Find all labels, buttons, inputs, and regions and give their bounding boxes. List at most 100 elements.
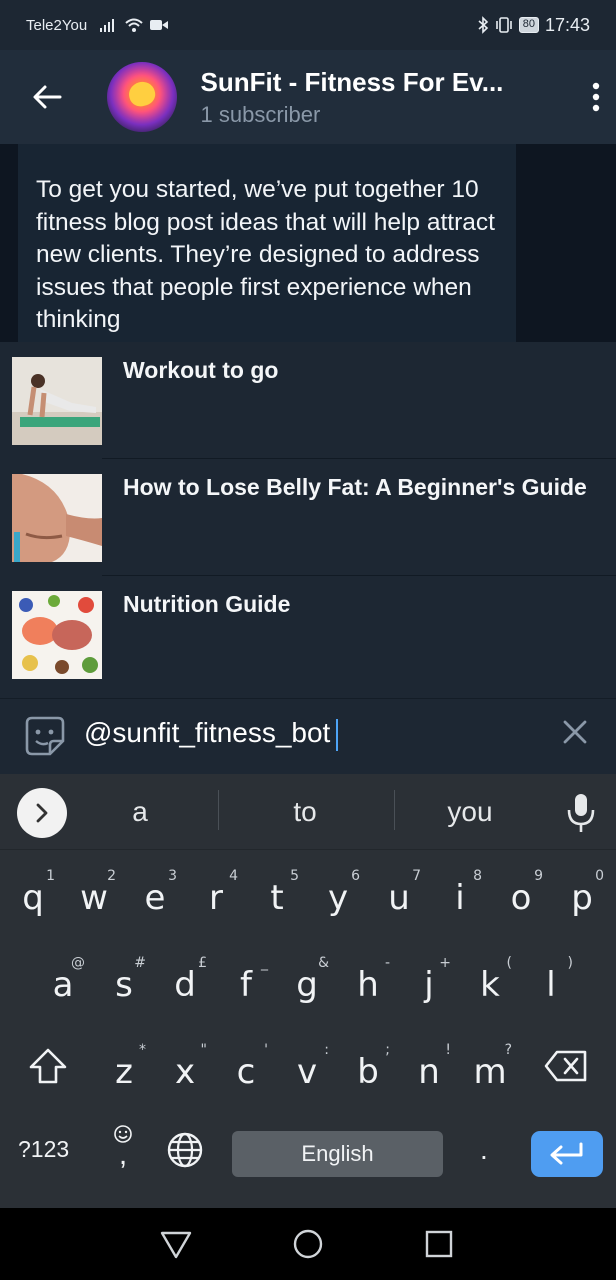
- key-g[interactable]: & g: [279, 951, 335, 1021]
- key-s[interactable]: # s: [96, 951, 152, 1021]
- message-input[interactable]: @sunfit_fitness_bot: [84, 717, 339, 751]
- clear-input-button[interactable]: [560, 717, 590, 747]
- microphone-icon: [567, 794, 595, 832]
- key-w[interactable]: 2w: [66, 864, 122, 934]
- suggestion-item[interactable]: a: [80, 796, 200, 828]
- key-label: g: [296, 965, 318, 1005]
- key-z[interactable]: * z: [96, 1038, 152, 1108]
- key-n[interactable]: ! n: [401, 1038, 457, 1108]
- soft-keyboard: a to you 1q2w3e4r5t6y7u8i9o0p @ a # s £ d _ f & g…: [0, 774, 616, 1208]
- wifi-icon: [125, 18, 143, 32]
- comma-label: ,: [118, 1138, 128, 1171]
- nav-back-button[interactable]: [158, 1226, 194, 1262]
- keyboard-menu-button[interactable]: [17, 788, 67, 838]
- enter-key[interactable]: [531, 1131, 603, 1177]
- vibrate-icon: [495, 17, 512, 33]
- video-record-icon: [150, 20, 169, 30]
- chat-header: SunFit - Fitness For Ev... 1 subscriber: [0, 50, 616, 144]
- status-icons: [99, 17, 169, 33]
- more-options-button[interactable]: [576, 67, 616, 127]
- key-label: a: [52, 965, 74, 1005]
- key-v[interactable]: :v: [279, 1038, 335, 1108]
- input-text: @sunfit_fitness_bot: [84, 717, 331, 748]
- close-icon: [563, 720, 587, 744]
- key-y[interactable]: 6y: [310, 864, 366, 934]
- symbols-key[interactable]: ?123: [18, 1136, 69, 1163]
- suggestion-strip: a to you: [0, 774, 616, 850]
- key-label: j: [424, 965, 434, 1005]
- suggestion-item[interactable]: you: [410, 796, 530, 828]
- result-title: How to Lose Belly Fat: A Beginner's Guid…: [123, 474, 587, 500]
- result-item[interactable]: Workout to go: [0, 342, 616, 459]
- key-label: b: [357, 1052, 379, 1092]
- key-o[interactable]: 9o: [493, 864, 549, 934]
- inline-bot-results: Workout to go How to Lose Belly Fat: A B…: [0, 342, 616, 698]
- channel-title: SunFit - Fitness For Ev...: [200, 66, 504, 97]
- key-a[interactable]: @ a: [35, 951, 91, 1021]
- key-q[interactable]: 1q: [5, 864, 61, 934]
- channel-info[interactable]: SunFit - Fitness For Ev... 1 subscriber: [201, 67, 565, 128]
- key-p[interactable]: 0p: [554, 864, 610, 934]
- key-i[interactable]: 8i: [432, 864, 488, 934]
- key-h[interactable]: -h: [340, 951, 396, 1021]
- message-text: To get you started, we’ve put together 1…: [36, 176, 495, 333]
- key-label: y: [327, 878, 349, 918]
- key-u[interactable]: 7u: [371, 864, 427, 934]
- nav-recents-button[interactable]: [421, 1226, 457, 1262]
- more-vertical-icon: [592, 82, 600, 112]
- clock: 17:43: [544, 14, 590, 35]
- key-label: i: [455, 878, 465, 918]
- key-r[interactable]: 4r: [188, 864, 244, 934]
- key-t[interactable]: 5t: [249, 864, 305, 934]
- back-button[interactable]: [17, 67, 77, 127]
- key-k[interactable]: (k: [462, 951, 518, 1021]
- key-label: q: [22, 878, 44, 918]
- key-label: l: [546, 965, 556, 1005]
- key-label: f: [240, 965, 252, 1005]
- suggestion-item[interactable]: to: [245, 796, 365, 828]
- key-m[interactable]: ? m: [462, 1038, 518, 1108]
- period-key[interactable]: .: [480, 1134, 500, 1166]
- shift-icon: [29, 1048, 67, 1084]
- arrow-left-icon: [33, 85, 62, 109]
- message-bubble[interactable]: To get you started, we’ve put together 1…: [18, 144, 516, 344]
- language-key[interactable]: [165, 1130, 205, 1170]
- shift-key[interactable]: [20, 1036, 76, 1096]
- key-b[interactable]: ; b: [340, 1038, 396, 1108]
- backspace-key[interactable]: [538, 1036, 594, 1096]
- carrier-name: Tele2You: [26, 16, 88, 34]
- divider: [218, 790, 219, 830]
- key-label: u: [388, 878, 410, 918]
- key-label: e: [144, 878, 166, 918]
- key-label: t: [270, 878, 284, 918]
- triangle-back-icon: [160, 1231, 192, 1259]
- status-right: 80 17:43: [477, 15, 590, 36]
- key-label: p: [571, 878, 593, 918]
- square-recents-icon: [425, 1230, 453, 1258]
- key-label: d: [174, 965, 196, 1005]
- key-d[interactable]: £ d: [157, 951, 213, 1021]
- key-label: z: [115, 1052, 133, 1092]
- result-item[interactable]: Nutrition Guide: [0, 576, 616, 693]
- key-x[interactable]: " x: [157, 1038, 213, 1108]
- key-e[interactable]: 3e: [127, 864, 183, 934]
- enter-icon: [550, 1142, 583, 1165]
- key-c[interactable]: ' c: [218, 1038, 274, 1108]
- key-l[interactable]: ) l: [523, 951, 579, 1021]
- sticker-button[interactable]: [24, 715, 66, 757]
- sticker-icon: [25, 716, 65, 756]
- voice-input-button[interactable]: [564, 792, 598, 834]
- system-navigation-bar: [0, 1208, 616, 1280]
- emoji-comma-key[interactable]: ,: [110, 1124, 136, 1184]
- key-f[interactable]: _ f: [218, 951, 274, 1021]
- workout-image-icon: [12, 357, 102, 445]
- result-item[interactable]: How to Lose Belly Fat: A Beginner's Guid…: [0, 459, 616, 576]
- result-title: Nutrition Guide: [123, 591, 291, 617]
- space-key[interactable]: English: [232, 1131, 443, 1177]
- key-j[interactable]: + j: [401, 951, 457, 1021]
- nav-home-button[interactable]: [290, 1226, 326, 1262]
- circle-home-icon: [293, 1229, 323, 1259]
- divider: [394, 790, 395, 830]
- channel-avatar[interactable]: [106, 62, 177, 132]
- chat-area: To get you started, we’ve put together 1…: [0, 144, 616, 344]
